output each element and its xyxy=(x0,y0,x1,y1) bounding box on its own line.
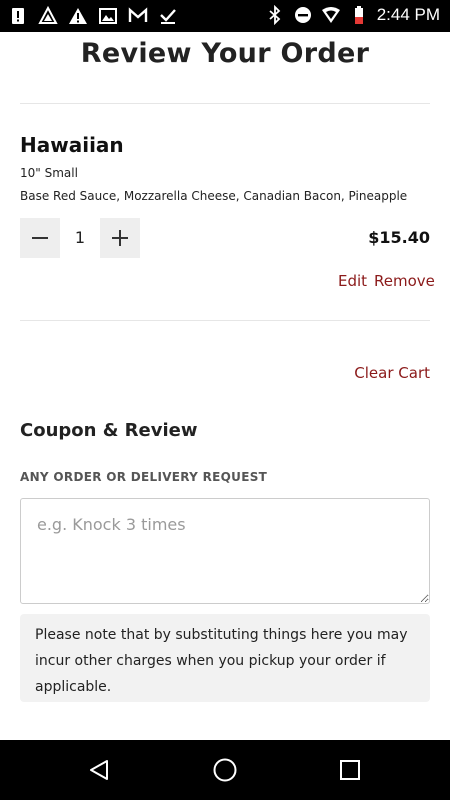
page-title: Review Your Order xyxy=(80,38,370,69)
triangle-app-icon xyxy=(38,6,58,26)
home-icon[interactable] xyxy=(211,756,239,784)
notification-alert-icon xyxy=(8,6,28,26)
item-toppings: Base Red Sauce, Mozzarella Cheese, Canad… xyxy=(20,189,408,203)
order-request-input[interactable] xyxy=(20,498,430,604)
status-bar-right: 2:44 PM xyxy=(265,5,440,25)
status-bar: 2:44 PM xyxy=(0,0,450,32)
item-size: 10" Small xyxy=(20,166,78,180)
clear-cart-link[interactable]: Clear Cart xyxy=(354,364,430,382)
back-icon[interactable] xyxy=(85,756,113,784)
status-bar-left xyxy=(8,6,178,26)
item-price: $15.40 xyxy=(368,228,430,247)
wifi-icon xyxy=(321,5,341,25)
plus-icon xyxy=(112,230,128,246)
request-field-label: ANY ORDER OR DELIVERY REQUEST xyxy=(20,470,268,484)
remove-item-link[interactable]: Remove xyxy=(374,272,435,290)
gmail-icon xyxy=(128,6,148,26)
increase-quantity-button[interactable] xyxy=(100,218,140,258)
quantity-value: 1 xyxy=(74,228,86,247)
checkmark-icon xyxy=(158,6,178,26)
image-icon xyxy=(98,6,118,26)
minus-icon xyxy=(32,237,48,239)
substitution-note: Please note that by substituting things … xyxy=(20,614,430,702)
item-name: Hawaiian xyxy=(20,133,124,157)
warning-icon xyxy=(68,6,88,26)
section-title: Coupon & Review xyxy=(20,420,198,441)
edit-item-link[interactable]: Edit xyxy=(338,272,367,290)
bluetooth-icon xyxy=(265,5,285,25)
do-not-disturb-icon xyxy=(293,5,313,25)
decrease-quantity-button[interactable] xyxy=(20,218,60,258)
recents-icon[interactable] xyxy=(336,756,364,784)
battery-icon xyxy=(349,5,369,25)
divider xyxy=(20,320,430,321)
clock: 2:44 PM xyxy=(376,5,440,24)
navigation-bar xyxy=(0,740,450,800)
divider xyxy=(20,103,430,104)
